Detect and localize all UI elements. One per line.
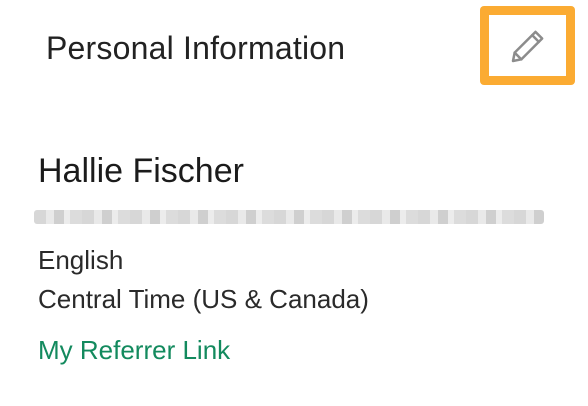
edit-button-inner[interactable]: [489, 15, 566, 76]
preferred-language: English: [38, 245, 124, 275]
edit-button[interactable]: [480, 6, 575, 85]
redaction-blur: [34, 210, 544, 224]
email-redacted: [34, 203, 544, 231]
section-title: Personal Information: [46, 30, 346, 66]
time-zone: Central Time (US & Canada): [38, 284, 369, 314]
referrer-link[interactable]: My Referrer Link: [38, 332, 230, 368]
pencil-icon: [511, 30, 543, 62]
user-full-name: Hallie Fischer: [38, 152, 244, 190]
